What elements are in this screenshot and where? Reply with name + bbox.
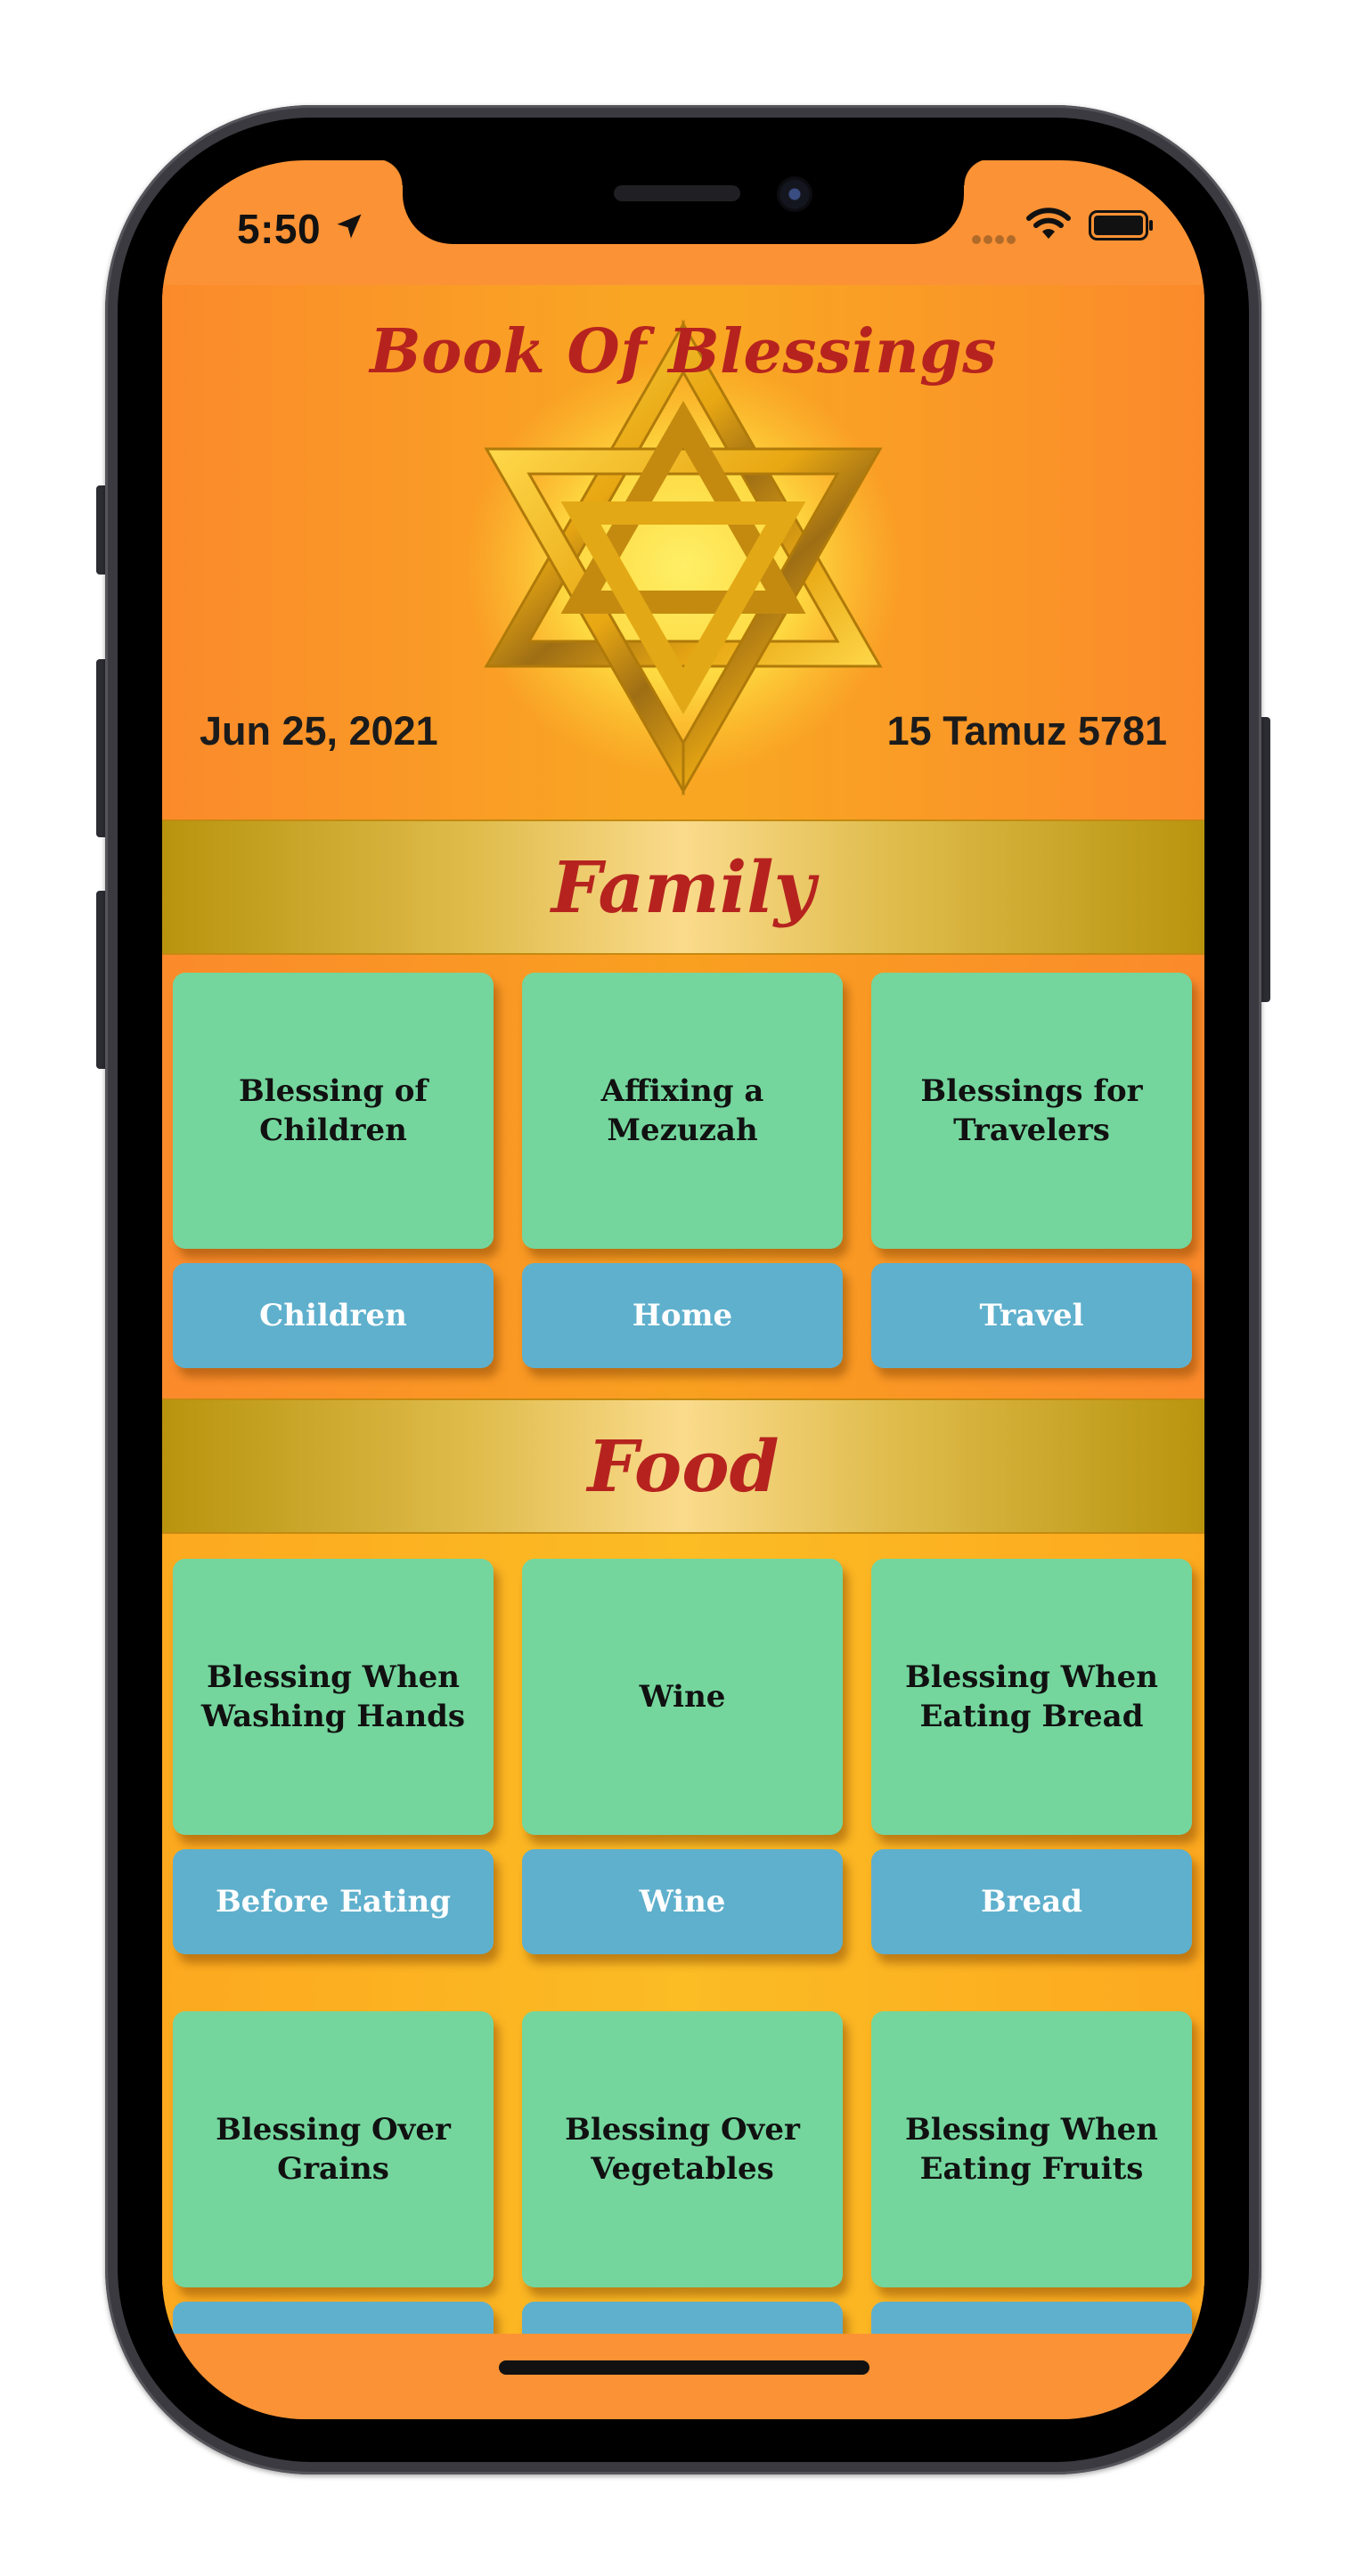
location-arrow-icon bbox=[333, 210, 365, 246]
blessing-tile[interactable]: Wine bbox=[522, 1559, 843, 1835]
category-label: Travel bbox=[979, 1298, 1084, 1333]
category-button[interactable] bbox=[871, 2302, 1192, 2334]
category-label: Children bbox=[259, 1298, 407, 1333]
blessing-title: Blessing of Children bbox=[238, 1073, 428, 1148]
blessing-title: Blessings for Travelers bbox=[920, 1073, 1143, 1148]
phone-screen: 5:50 Book Of Blessings Jun 25, 2021 15 T… bbox=[162, 160, 1204, 2419]
gregorian-date: Jun 25, 2021 bbox=[200, 708, 438, 754]
category-button[interactable]: Before Eating bbox=[173, 1849, 494, 1954]
category-label: Bread bbox=[980, 1884, 1083, 1920]
category-button[interactable]: Wine bbox=[522, 1849, 843, 1954]
blessing-tile[interactable]: Blessing of Children bbox=[173, 973, 494, 1249]
hebrew-date: 15 Tamuz 5781 bbox=[886, 708, 1167, 754]
status-time: 5:50 bbox=[237, 206, 322, 252]
category-label: Wine bbox=[639, 1884, 726, 1920]
app-content[interactable]: Book Of Blessings Jun 25, 2021 15 Tamuz … bbox=[162, 285, 1204, 2334]
app-header: Book Of Blessings Jun 25, 2021 15 Tamuz … bbox=[162, 285, 1204, 819]
category-button[interactable]: Children bbox=[173, 1263, 494, 1368]
blessing-title: Blessing Over Grains bbox=[216, 2112, 451, 2187]
section-title: Family bbox=[551, 845, 816, 929]
battery-icon bbox=[1089, 210, 1155, 244]
blessing-tile[interactable]: Blessing When Washing Hands bbox=[173, 1559, 494, 1835]
status-bar: 5:50 bbox=[162, 160, 1204, 285]
app-title: Book Of Blessings bbox=[370, 316, 997, 387]
category-button[interactable]: Home bbox=[522, 1263, 843, 1368]
blessing-tile[interactable]: Blessing Over Vegetables bbox=[522, 2011, 843, 2287]
blessing-title: Affixing a Mezuzah bbox=[600, 1073, 764, 1148]
blessing-tile[interactable]: Blessing When Eating Bread bbox=[871, 1559, 1192, 1835]
cellular-dots-icon bbox=[971, 232, 1019, 249]
category-button[interactable]: Bread bbox=[871, 1849, 1192, 1954]
category-button[interactable] bbox=[522, 2302, 843, 2334]
family-grid: Blessing of Children Affixing a Mezuzah … bbox=[162, 955, 1204, 1398]
food-grid: Blessing When Washing Hands Wine Blessin… bbox=[162, 1534, 1204, 2334]
blessing-title: Wine bbox=[639, 1679, 726, 1715]
category-label: Before Eating bbox=[215, 1884, 452, 1920]
section-header-food: Food bbox=[162, 1398, 1204, 1534]
blessing-title: Blessing When Eating Bread bbox=[904, 1659, 1159, 1734]
wifi-icon bbox=[1026, 207, 1071, 244]
blessing-tile[interactable]: Affixing a Mezuzah bbox=[522, 973, 843, 1249]
blessing-tile[interactable]: Blessing When Eating Fruits bbox=[871, 2011, 1192, 2287]
category-button[interactable]: Travel bbox=[871, 1263, 1192, 1368]
blessing-title: Blessing When Eating Fruits bbox=[904, 2112, 1159, 2187]
home-indicator[interactable] bbox=[499, 2360, 869, 2375]
category-label: Home bbox=[632, 1298, 733, 1333]
category-button[interactable] bbox=[173, 2302, 494, 2334]
blessing-title: Blessing When Washing Hands bbox=[200, 1659, 466, 1734]
blessing-tile[interactable]: Blessing Over Grains bbox=[173, 2011, 494, 2287]
section-header-family: Family bbox=[162, 819, 1204, 955]
blessing-tile[interactable]: Blessings for Travelers bbox=[871, 973, 1192, 1249]
section-title: Food bbox=[587, 1424, 779, 1508]
blessing-title: Blessing Over Vegetables bbox=[565, 2112, 800, 2187]
